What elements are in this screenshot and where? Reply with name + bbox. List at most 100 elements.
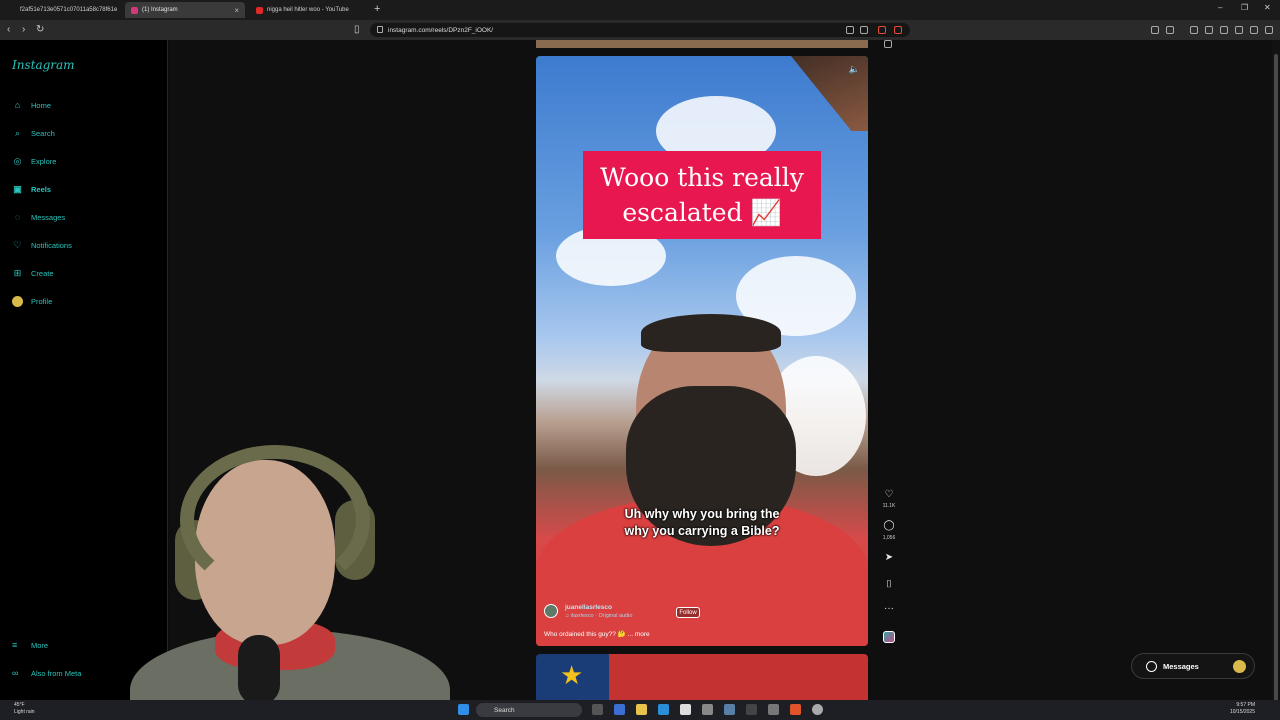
save-icon[interactable]: ⌷	[882, 579, 896, 590]
sidebar-item-label: Profile	[31, 296, 53, 306]
tab-hash[interactable]: f2af51e713e0571c07011a58c78f61e	[14, 2, 120, 18]
avatar	[12, 295, 23, 307]
overlay-line-1: Wooo this really	[600, 163, 804, 192]
weather-desc: Light rain	[14, 709, 35, 715]
sidebar-item-label: Notifications	[31, 240, 72, 250]
edge-icon[interactable]	[658, 704, 669, 715]
follow-button[interactable]: Follow	[676, 607, 700, 618]
sidebar-item-label: Messages	[31, 212, 66, 222]
steam-icon[interactable]	[724, 704, 735, 715]
messages-label: Messages	[1163, 661, 1199, 671]
tab-instagram[interactable]: (1) Instagram ×	[125, 2, 245, 18]
sidebar-item-create[interactable]: ⊞ Create	[12, 265, 54, 281]
messages-button[interactable]: Messages	[1131, 653, 1255, 679]
heart-icon: ♡	[13, 239, 22, 250]
meta-icon: ∞	[12, 668, 19, 678]
close-window-icon[interactable]: ✕	[1264, 3, 1271, 12]
reel-description[interactable]: Who ordained this guy?? 🤔 ... more	[544, 630, 650, 638]
vpn-icon[interactable]	[1235, 26, 1243, 34]
sidebar-item-explore[interactable]: ◎ Explore	[12, 153, 57, 169]
restore-icon[interactable]: ❐	[1241, 3, 1248, 12]
subtitle-line-1: Uh why why you bring the	[624, 507, 780, 521]
next-reel[interactable]: ★	[536, 654, 868, 700]
sidebar-item-profile[interactable]: Profile	[12, 293, 52, 309]
url-text: instagram.com/reels/DPzn2F_iOOK/	[388, 26, 494, 34]
sidebar-item-label: Create	[31, 268, 54, 278]
site-info-icon[interactable]	[377, 26, 383, 33]
like-icon[interactable]: ♡	[882, 489, 896, 500]
sidebar-toggle-icon[interactable]	[1166, 26, 1174, 34]
tab-youtube[interactable]: nigga heil hitler woo - YouTube	[250, 2, 368, 18]
sidebar-item-more[interactable]: ≡ More	[12, 640, 48, 650]
reload-icon[interactable]: ↻	[36, 24, 44, 35]
menu-icon[interactable]	[1265, 26, 1273, 34]
reel-audio[interactable]: ♫ ilasrlesco · Original audio	[565, 613, 632, 619]
previous-reel-edge[interactable]	[536, 40, 868, 48]
tab-label: nigga heil hitler woo - YouTube	[267, 7, 349, 13]
sidebar-item-label: Also from Meta	[31, 668, 82, 678]
sidebar-item-reels[interactable]: ▣ Reels	[12, 181, 51, 197]
taskbar-search[interactable]: Search	[476, 703, 582, 717]
extension-icon[interactable]	[1151, 26, 1159, 34]
avatar	[1233, 660, 1246, 673]
comment-count: 1,056	[882, 535, 896, 541]
comment-icon[interactable]: ◯	[882, 520, 896, 531]
clock-time: 9:57 PM	[1236, 702, 1255, 708]
star-icon: ★	[560, 660, 584, 690]
tab-label: (1) Instagram	[142, 7, 178, 13]
terminal-icon[interactable]	[768, 704, 779, 715]
audio-thumbnail[interactable]	[883, 631, 895, 643]
more-options-icon[interactable]: ···	[882, 603, 896, 614]
messenger-icon	[1146, 660, 1157, 672]
sidebar-item-also-from-meta[interactable]: ∞ Also from Meta	[12, 668, 81, 678]
instagram-logo[interactable]: Instagram	[12, 58, 75, 72]
previous-reel-icon[interactable]	[884, 40, 892, 48]
scrollbar-thumb[interactable]	[1274, 54, 1278, 714]
forward-icon[interactable]: ›	[22, 24, 25, 35]
discord-icon[interactable]	[812, 704, 823, 715]
rewards-icon[interactable]	[894, 26, 902, 34]
taskbar-search-label: Search	[494, 706, 515, 714]
sidebar-item-home[interactable]: ⌂ Home	[12, 97, 51, 113]
reading-list-icon[interactable]	[1205, 26, 1213, 34]
task-view-icon[interactable]	[592, 704, 603, 715]
sidebar-item-notifications[interactable]: ♡ Notifications	[12, 237, 72, 253]
profile-icon	[12, 295, 23, 307]
plus-icon: ⊞	[13, 267, 22, 278]
copilot-icon[interactable]	[614, 704, 625, 715]
wallet-icon[interactable]	[1220, 26, 1228, 34]
url-input[interactable]: instagram.com/reels/DPzn2F_iOOK/	[370, 23, 910, 37]
youtube-icon	[256, 6, 263, 14]
app-icon[interactable]	[702, 704, 713, 715]
brave-icon[interactable]	[790, 704, 801, 715]
file-explorer-icon[interactable]	[636, 704, 647, 715]
new-tab-icon[interactable]: +	[374, 3, 380, 15]
taskbar-clock[interactable]: 9:57 PM 10/15/2025	[1230, 702, 1255, 716]
brave-shield-icon[interactable]	[878, 26, 886, 34]
sidebar-item-label: Home	[31, 100, 52, 110]
store-icon[interactable]	[680, 704, 691, 715]
speaker-icon[interactable]: 🔈	[849, 64, 860, 75]
avatar[interactable]	[544, 604, 558, 618]
share-icon[interactable]	[860, 26, 868, 34]
back-icon[interactable]: ‹	[7, 24, 10, 35]
minimize-icon[interactable]: –	[1218, 3, 1222, 12]
reel-username[interactable]: juanellasrlesco	[565, 604, 612, 611]
close-icon[interactable]: ×	[234, 6, 239, 15]
share-icon[interactable]: ➤	[882, 552, 896, 563]
obs-icon[interactable]	[746, 704, 757, 715]
reels-icon: ▣	[13, 183, 22, 194]
browser-tab-bar: f2af51e713e0571c07011a58c78f61e (1) Inst…	[0, 0, 1280, 20]
sidebar-item-messages[interactable]: ◌ Messages	[12, 209, 65, 225]
sidebar-item-search[interactable]: ⌕ Search	[12, 125, 55, 141]
shield-icon[interactable]	[1250, 26, 1258, 34]
reel-video[interactable]: Wooo this really escalated 📈 🔈 Uh why wh…	[536, 56, 868, 646]
page-scrollbar[interactable]	[1272, 40, 1280, 714]
install-icon[interactable]	[846, 26, 854, 34]
media-icon[interactable]	[1190, 26, 1198, 34]
windows-start-icon[interactable]	[458, 704, 469, 715]
microphone	[238, 635, 280, 700]
tab-label: f2af51e713e0571c07011a58c78f61e	[20, 7, 118, 13]
weather-widget[interactable]: 45°F Light rain	[14, 702, 35, 716]
bookmark-icon[interactable]: ▯	[354, 24, 360, 35]
